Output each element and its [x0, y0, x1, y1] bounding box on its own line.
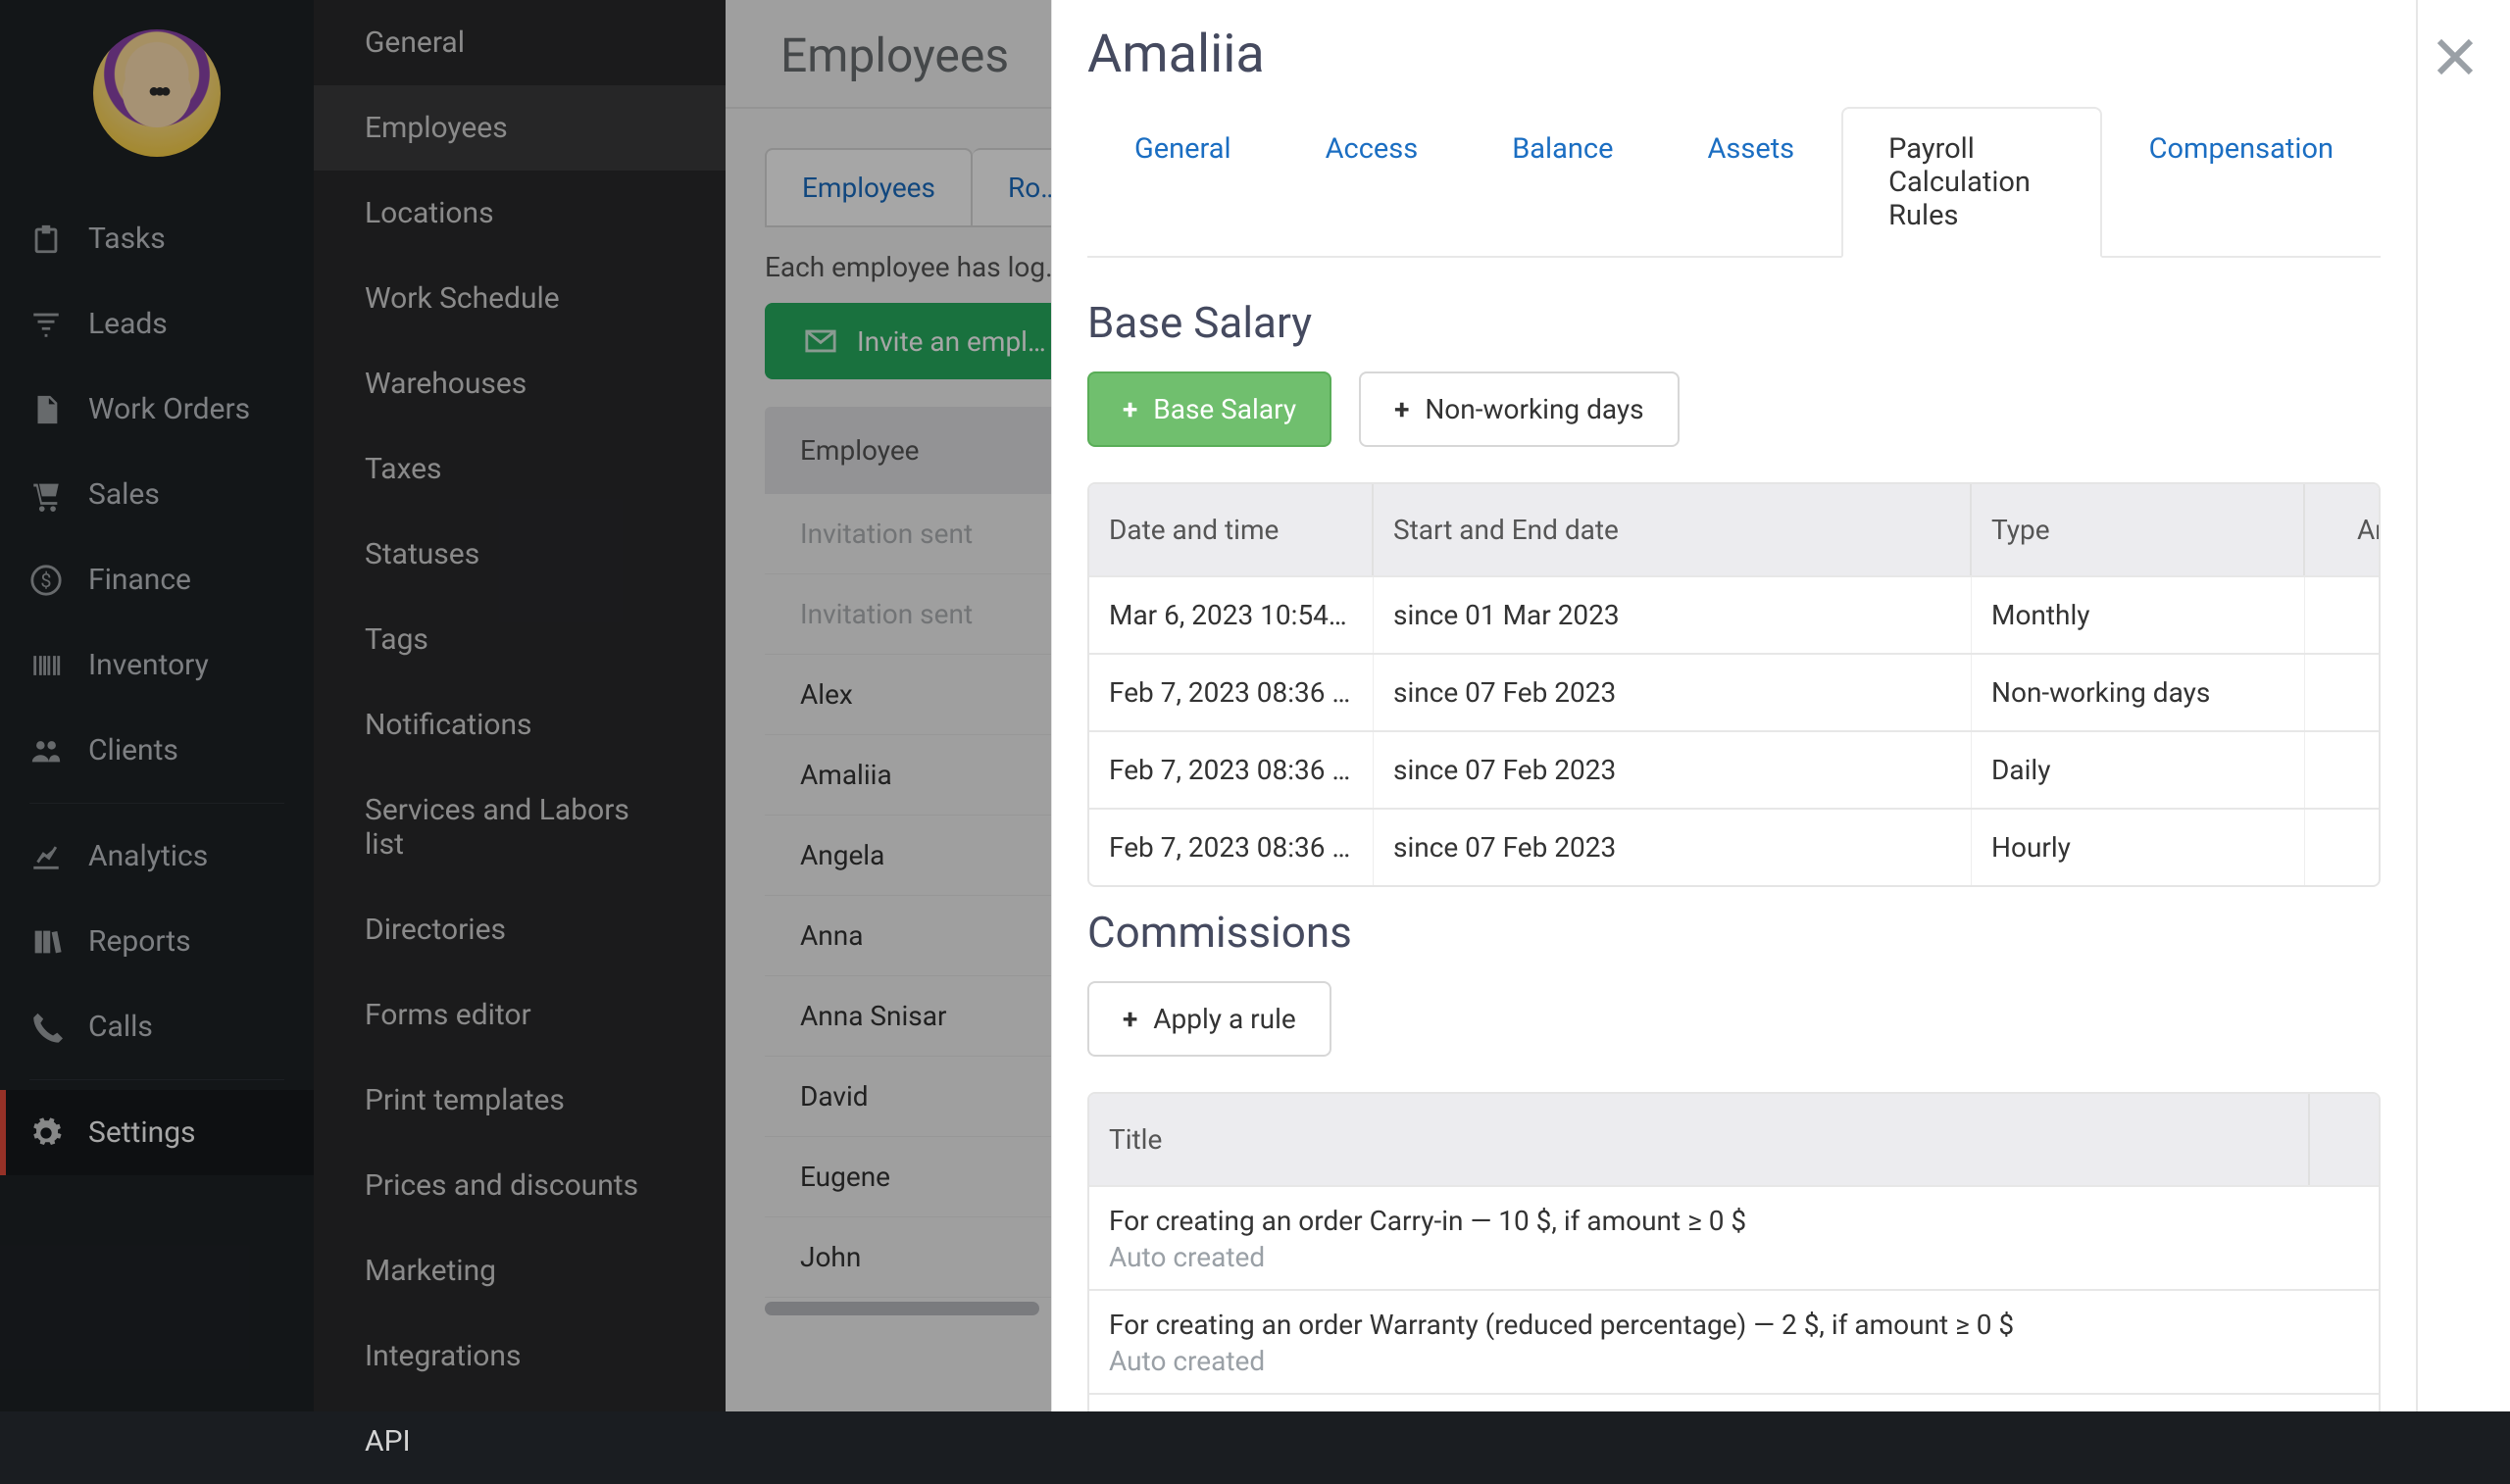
base-salary-heading: Base Salary — [1087, 277, 2381, 371]
commission-title: For creating an order Warranty (reduced … — [1109, 1309, 2359, 1341]
cell-datetime: Feb 7, 2023 08:36 … — [1089, 810, 1374, 885]
commission-subtitle: Auto created — [1109, 1241, 2359, 1273]
commissions-heading: Commissions — [1087, 887, 2381, 981]
col-type: Type — [1972, 484, 2305, 575]
non-working-days-button[interactable]: + Non-working days — [1359, 371, 1680, 447]
tab-compensation[interactable]: Compensation — [2102, 107, 2381, 258]
cell-amount: 1 500 — [2305, 577, 2381, 653]
tab-access[interactable]: Access — [1279, 107, 1466, 258]
tab-general[interactable]: General — [1087, 107, 1279, 258]
subnav-api[interactable]: API — [314, 1399, 726, 1484]
apply-rule-button[interactable]: + Apply a rule — [1087, 981, 1331, 1057]
commissions-table-header: Title — [1089, 1094, 2379, 1185]
salary-table-header: Date and time Start and End date Type Am… — [1089, 484, 2379, 575]
plus-icon: + — [1394, 393, 1409, 425]
salary-row[interactable]: Feb 7, 2023 08:36 …since 07 Feb 2023Non-… — [1089, 653, 2379, 730]
tab-payroll-calculation-rules[interactable]: Payroll Calculation Rules — [1841, 107, 2101, 258]
close-icon[interactable] — [2432, 33, 2479, 80]
salary-row[interactable]: Feb 7, 2023 08:36 …since 07 Feb 2023Hour… — [1089, 808, 2379, 885]
employee-detail-panel: Amaliia GeneralAccessBalanceAssetsPayrol… — [1051, 0, 2510, 1411]
add-base-salary-label: Base Salary — [1153, 393, 1296, 425]
col-title: Title — [1089, 1094, 2310, 1185]
commission-title: For creating an order Carry-in — 10 $, i… — [1109, 1205, 2359, 1237]
plus-icon: + — [1123, 393, 1137, 425]
cell-type: Non-working days — [1972, 655, 2305, 730]
salary-row[interactable]: Feb 7, 2023 08:36 …since 07 Feb 2023Dail… — [1089, 730, 2379, 808]
commission-row[interactable]: For creating an order Carry-in, Estimate… — [1089, 1393, 2379, 1411]
cell-type: Daily — [1972, 732, 2305, 808]
base-salary-actions: + Base Salary + Non-working days — [1087, 371, 2381, 447]
col-range: Start and End date — [1374, 484, 1972, 575]
commission-row[interactable]: For creating an order Warranty (reduced … — [1089, 1289, 2379, 1393]
cell-type: Monthly — [1972, 577, 2305, 653]
commissions-table: Title For creating an order Carry-in — 1… — [1087, 1092, 2381, 1411]
apply-rule-label: Apply a rule — [1153, 1003, 1295, 1035]
non-working-days-label: Non-working days — [1425, 393, 1643, 425]
cell-range: since 07 Feb 2023 — [1374, 732, 1972, 808]
cell-datetime: Feb 7, 2023 08:36 … — [1089, 732, 1374, 808]
cell-range: since 07 Feb 2023 — [1374, 655, 1972, 730]
cell-amount: 50 — [2305, 732, 2381, 808]
col-amount: Amount, $ — [2305, 484, 2381, 575]
salary-table: Date and time Start and End date Type Am… — [1087, 482, 2381, 887]
add-base-salary-button[interactable]: + Base Salary — [1087, 371, 1331, 447]
cell-datetime: Feb 7, 2023 08:36 … — [1089, 655, 1374, 730]
salary-row[interactable]: Mar 6, 2023 10:54 …since 01 Mar 2023Mont… — [1089, 575, 2379, 653]
commission-subtitle: Auto created — [1109, 1345, 2359, 1377]
cell-type: Hourly — [1972, 810, 2305, 885]
panel-title: Amaliia — [1087, 0, 2381, 107]
commissions-actions: + Apply a rule — [1087, 981, 2381, 1057]
tab-assets[interactable]: Assets — [1660, 107, 1841, 258]
cell-datetime: Mar 6, 2023 10:54 … — [1089, 577, 1374, 653]
col-actions — [2310, 1094, 2379, 1185]
panel-tabs: GeneralAccessBalanceAssetsPayroll Calcul… — [1087, 107, 2381, 258]
tab-balance[interactable]: Balance — [1465, 107, 1660, 258]
col-date-time: Date and time — [1089, 484, 1374, 575]
cell-range: since 01 Mar 2023 — [1374, 577, 1972, 653]
cell-amount: 7 — [2305, 810, 2381, 885]
commission-row[interactable]: For creating an order Carry-in — 10 $, i… — [1089, 1185, 2379, 1289]
cell-amount: — — [2305, 655, 2381, 730]
cell-range: since 07 Feb 2023 — [1374, 810, 1972, 885]
plus-icon: + — [1123, 1003, 1137, 1035]
